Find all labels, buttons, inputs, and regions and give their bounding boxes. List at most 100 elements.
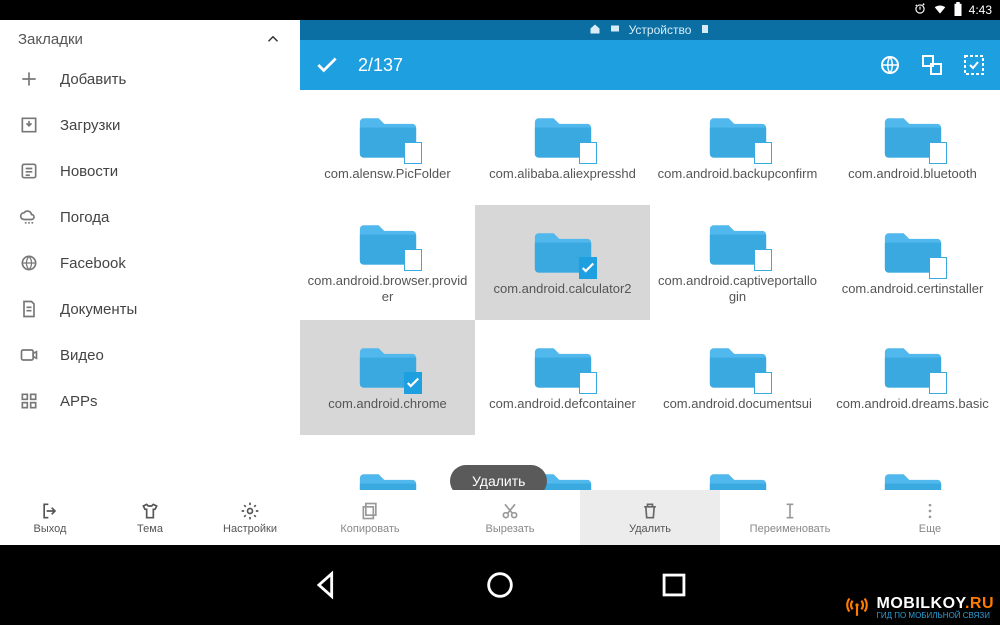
wifi-icon	[933, 2, 947, 19]
sidebar-item-label: Погода	[60, 209, 109, 226]
folder-icon	[708, 221, 768, 267]
home-button[interactable]	[483, 568, 517, 602]
folder-name: com.android.certinstaller	[842, 281, 984, 297]
window-action-icon[interactable]	[920, 53, 944, 77]
sidebar-item-weather[interactable]: Погода	[0, 194, 300, 240]
file-badge-icon	[754, 249, 772, 271]
folder-icon	[708, 114, 768, 160]
theme-button[interactable]: Тема	[100, 490, 200, 545]
sidebar-section-bookmarks[interactable]: Закладки	[0, 20, 300, 56]
rename-button[interactable]: Переименовать	[720, 490, 860, 545]
folder-item[interactable]: com.alensw.PicFolder	[300, 90, 475, 205]
globe-icon	[18, 252, 40, 274]
folder-icon	[533, 229, 593, 275]
file-badge-icon	[929, 142, 947, 164]
sidebar-item-label: APPs	[60, 393, 98, 410]
sidebar-item-label: Загрузки	[60, 117, 120, 134]
sidebar-item-label: Facebook	[60, 255, 126, 272]
folder-icon	[358, 470, 418, 491]
folder-item[interactable]	[825, 435, 1000, 490]
file-badge-icon	[929, 372, 947, 394]
folder-item[interactable]: com.android.captiveportallogin	[650, 205, 825, 320]
folder-icon	[358, 344, 418, 390]
more-icon	[920, 501, 940, 521]
folder-item[interactable]	[650, 435, 825, 490]
checkbox-checked-icon	[404, 372, 422, 394]
folder-icon	[533, 344, 593, 390]
folder-name: com.alensw.PicFolder	[324, 166, 450, 182]
folder-icon	[883, 229, 943, 275]
folder-item[interactable]: com.android.calculator2	[475, 205, 650, 320]
folder-item[interactable]: com.android.bluetooth	[825, 90, 1000, 205]
back-button[interactable]	[309, 568, 343, 602]
folder-name: com.alibaba.aliexpresshd	[489, 166, 636, 182]
ab-label: Копировать	[340, 523, 399, 535]
folder-item[interactable]: com.android.dreams.basic	[825, 320, 1000, 435]
file-badge-icon	[404, 142, 422, 164]
document-icon	[18, 298, 40, 320]
folder-name: com.android.defcontainer	[489, 396, 636, 412]
ab-label: Вырезать	[486, 523, 535, 535]
sidebar-item-video[interactable]: Видео	[0, 332, 300, 378]
folder-item[interactable]: com.android.certinstaller	[825, 205, 1000, 320]
delete-button[interactable]: Удалить	[580, 490, 720, 545]
recent-button[interactable]	[657, 568, 691, 602]
settings-button[interactable]: Настройки	[200, 490, 300, 545]
folder-item[interactable]: com.android.browser.provider	[300, 205, 475, 320]
sb-label: Выход	[34, 523, 67, 535]
sidebar-item-label: Добавить	[60, 71, 126, 88]
folder-icon	[883, 344, 943, 390]
sidebar-item-documents[interactable]: Документы	[0, 286, 300, 332]
file-badge-icon	[579, 142, 597, 164]
folder-name: com.android.chrome	[328, 396, 447, 412]
more-button[interactable]: Еще	[860, 490, 1000, 545]
folder-name: com.android.dreams.basic	[836, 396, 988, 412]
android-navbar: MOBILKOY.RU ГИД ПО МОБИЛЬНОЙ СВЯЗИ	[0, 545, 1000, 625]
folder-name: com.android.documentsui	[663, 396, 812, 412]
selection-toolbar: 2/137	[300, 40, 1000, 90]
sidebar-item-downloads[interactable]: Загрузки	[0, 102, 300, 148]
copy-icon	[360, 501, 380, 521]
video-icon	[18, 344, 40, 366]
file-badge-icon	[929, 257, 947, 279]
checkbox-checked-icon	[579, 257, 597, 279]
sidebar-item-facebook[interactable]: Facebook	[0, 240, 300, 286]
sidebar-item-apps[interactable]: APPs	[0, 378, 300, 424]
chevron-up-icon	[264, 30, 282, 48]
breadcrumb[interactable]: Устройство	[300, 20, 1000, 40]
folder-item[interactable]: com.android.backupconfirm	[650, 90, 825, 205]
folder-icon	[708, 470, 768, 491]
globe-action-icon[interactable]	[878, 53, 902, 77]
cut-button[interactable]: Вырезать	[440, 490, 580, 545]
sidebar-item-label: Документы	[60, 301, 137, 318]
folder-item[interactable]: com.alibaba.aliexpresshd	[475, 90, 650, 205]
sb-label: Тема	[137, 523, 163, 535]
file-badge-icon	[579, 372, 597, 394]
cursor-icon	[780, 501, 800, 521]
watermark: MOBILKOY.RU ГИД ПО МОБИЛЬНОЙ СВЯЗИ	[844, 592, 994, 623]
ab-label: Переименовать	[750, 523, 831, 535]
sidebar-item-label: Новости	[60, 163, 118, 180]
sidebar-item-add[interactable]: Добавить	[0, 56, 300, 102]
exit-button[interactable]: Выход	[0, 490, 100, 545]
action-bar: Копировать Вырезать Удалить Переименоват…	[300, 490, 1000, 545]
selection-count: 2/137	[358, 55, 403, 76]
folder-item[interactable]: com.android.defcontainer	[475, 320, 650, 435]
folder-item[interactable]: com.android.documentsui	[650, 320, 825, 435]
copy-button[interactable]: Копировать	[300, 490, 440, 545]
status-time: 4:43	[969, 3, 992, 17]
folder-item[interactable]	[300, 435, 475, 490]
apps-icon	[18, 390, 40, 412]
folder-name: com.android.browser.provider	[308, 273, 468, 304]
device-icon	[609, 23, 621, 38]
folder-icon	[358, 221, 418, 267]
plus-icon	[18, 68, 40, 90]
file-badge-icon	[754, 142, 772, 164]
select-all-icon[interactable]	[962, 53, 986, 77]
file-grid: com.alensw.PicFolder com.alibaba.aliexpre…	[300, 90, 1000, 490]
sidebar-item-news[interactable]: Новости	[0, 148, 300, 194]
folder-icon	[883, 114, 943, 160]
exit-icon	[40, 501, 60, 521]
folder-item[interactable]: com.android.chrome	[300, 320, 475, 435]
check-icon[interactable]	[314, 52, 340, 78]
